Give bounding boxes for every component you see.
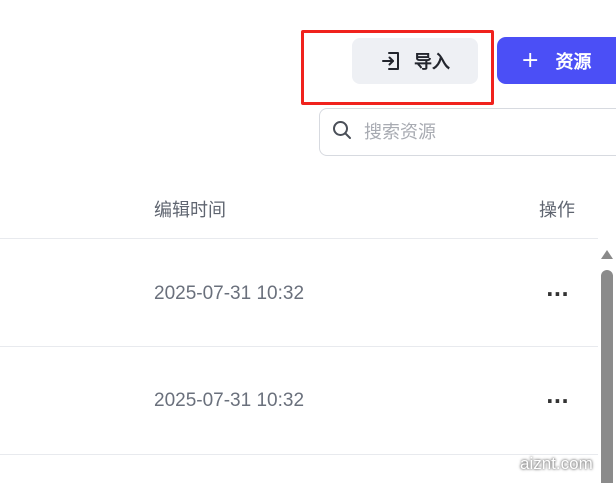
watermark: aiznt.com xyxy=(520,454,593,473)
edit-time-cell: 2025-07-31 10:32 xyxy=(154,390,305,411)
import-label: 导入 xyxy=(414,52,450,73)
edit-time-cell: 2025-07-31 10:32 xyxy=(154,283,305,304)
search-box[interactable] xyxy=(319,108,616,156)
import-button[interactable]: 导入 xyxy=(352,38,478,84)
more-actions-button[interactable]: ··· xyxy=(546,391,569,411)
scrollbar-thumb[interactable] xyxy=(601,270,613,483)
search-icon xyxy=(332,120,352,144)
more-actions-button[interactable]: ··· xyxy=(546,284,569,304)
column-header-edit-time[interactable]: 编辑时间 xyxy=(154,196,226,222)
column-header-actions: 操作 xyxy=(539,200,575,221)
add-resource-button[interactable]: + 资源 xyxy=(497,37,616,84)
row-divider xyxy=(0,454,598,455)
scroll-up-arrow-icon[interactable] xyxy=(601,250,613,259)
plus-icon: + xyxy=(521,47,540,73)
add-resource-label: 资源 xyxy=(555,51,592,73)
search-input[interactable] xyxy=(364,121,584,143)
import-icon xyxy=(380,50,402,72)
row-divider xyxy=(0,346,598,347)
header-divider xyxy=(0,238,598,239)
